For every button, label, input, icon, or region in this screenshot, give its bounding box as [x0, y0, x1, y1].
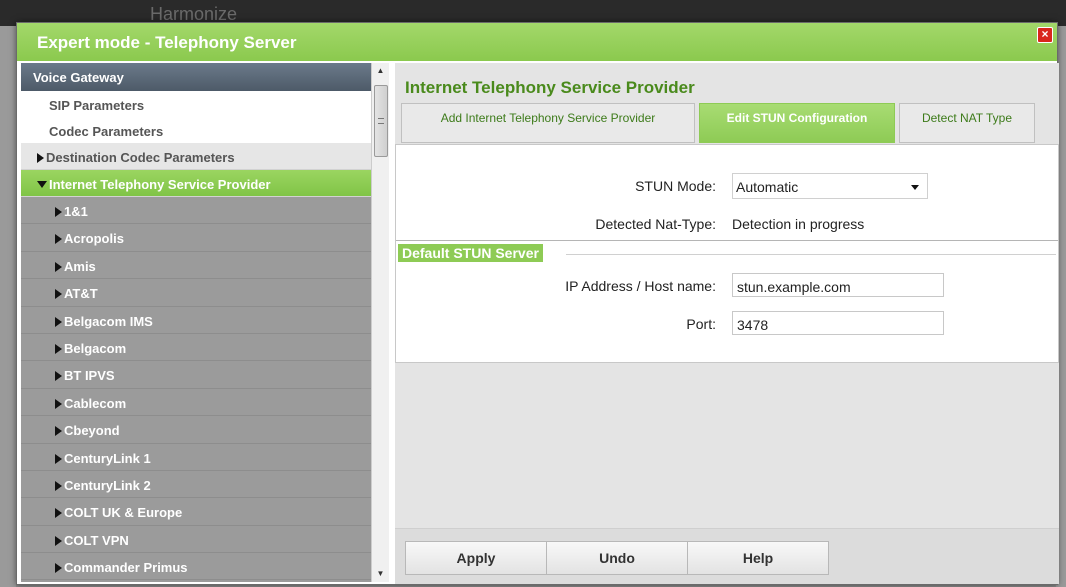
group-title-default-stun-server: Default STUN Server: [398, 244, 543, 262]
provider-label: Commander Primus: [64, 560, 188, 576]
close-icon[interactable]: ×: [1037, 27, 1053, 43]
dialog-header: Expert mode - Telephony Server ×: [17, 23, 1057, 61]
nav-item-internet-telephony-service-provider[interactable]: Internet Telephony Service Provider: [21, 170, 371, 197]
nav-item-sip-parameters[interactable]: SIP Parameters: [21, 91, 371, 117]
ip-address-label: IP Address / Host name:: [565, 278, 716, 294]
expand-arrow-icon: [55, 426, 62, 437]
expand-arrow-icon: [55, 535, 62, 546]
provider-label: Acropolis: [64, 231, 124, 247]
expand-arrow-icon: [55, 207, 62, 217]
backdrop-left-edge: [0, 26, 16, 587]
provider-label: COLT UK & Europe: [64, 505, 183, 521]
nav-item-label: Destination Codec Parameters: [46, 150, 235, 165]
expand-arrow-icon: [55, 398, 62, 409]
divider: [396, 240, 1058, 241]
port-label: Port:: [686, 316, 716, 332]
nav-scrollbar[interactable]: ▲ ▼: [371, 63, 389, 582]
provider-label: CenturyLink 2: [64, 477, 151, 493]
help-button[interactable]: Help: [687, 541, 829, 575]
provider-item[interactable]: Cablecom: [21, 388, 371, 417]
tab-edit-stun-configuration[interactable]: Edit STUN Configuration: [699, 103, 895, 143]
stun-config-panel: STUN Mode: Automatic Detected Nat-Type: …: [395, 144, 1059, 363]
provider-label: Belgacom IMS: [64, 313, 153, 329]
expand-arrow-icon: [55, 371, 62, 382]
scroll-down-arrow-icon[interactable]: ▼: [372, 566, 389, 582]
ip-address-row: IP Address / Host name:: [396, 273, 1060, 299]
port-input[interactable]: [732, 311, 944, 335]
provider-list: 1&1 Acropolis Amis AT&T Belgacom IMS Belgacom…: [21, 197, 371, 581]
stun-mode-value: Automatic: [736, 179, 799, 195]
provider-label: CenturyLink 1: [64, 450, 151, 466]
ip-address-input[interactable]: [732, 273, 944, 297]
scroll-up-arrow-icon[interactable]: ▲: [372, 63, 389, 79]
detected-nat-row: Detected Nat-Type: Detection in progress: [396, 211, 1060, 237]
provider-item[interactable]: Commander Primus: [21, 553, 371, 581]
expand-arrow-icon: [55, 480, 62, 491]
expand-arrow-icon: [55, 508, 62, 519]
undo-button[interactable]: Undo: [546, 541, 688, 575]
provider-item[interactable]: Acropolis: [21, 224, 371, 252]
expand-arrow-icon: [55, 234, 62, 245]
tab-detect-nat-type[interactable]: Detect NAT Type: [899, 103, 1035, 143]
expand-arrow-icon: [55, 316, 62, 327]
page-title: Internet Telephony Service Provider: [405, 78, 695, 97]
grip-icon: [378, 118, 384, 124]
nav-item-codec-parameters[interactable]: Codec Parameters: [21, 117, 371, 143]
provider-item[interactable]: Belgacom IMS: [21, 306, 371, 334]
expand-arrow-icon: [55, 453, 62, 464]
provider-item[interactable]: Cbeyond: [21, 416, 371, 444]
detected-nat-value: Detection in progress: [732, 216, 865, 232]
expand-arrow-icon: [37, 153, 44, 163]
provider-label: Cablecom: [64, 395, 127, 411]
main-content: Internet Telephony Service Provider Add …: [395, 63, 1059, 584]
button-bar: Apply Undo Help: [395, 528, 1059, 584]
provider-item[interactable]: CenturyLink 1: [21, 443, 371, 471]
detected-nat-label: Detected Nat-Type:: [595, 216, 716, 232]
collapse-arrow-icon: [37, 181, 47, 188]
provider-label: Cbeyond: [64, 423, 120, 439]
provider-label: 1&1: [64, 204, 88, 219]
expand-arrow-icon: [55, 343, 62, 354]
stun-mode-row: STUN Mode: Automatic: [396, 173, 1060, 199]
navigation-tree: Voice Gateway SIP Parameters Codec Param…: [21, 63, 371, 582]
scroll-thumb[interactable]: [374, 85, 388, 157]
provider-label: BT IPVS: [64, 368, 115, 384]
provider-item[interactable]: 1&1: [21, 197, 371, 225]
divider: [566, 254, 1056, 255]
provider-label: AT&T: [64, 286, 98, 302]
provider-item[interactable]: Amis: [21, 251, 371, 280]
port-row: Port:: [396, 311, 1060, 337]
stun-mode-label: STUN Mode:: [635, 178, 716, 194]
provider-item[interactable]: AT&T: [21, 279, 371, 307]
provider-item[interactable]: CenturyLink 2: [21, 470, 371, 499]
provider-label: COLT VPN: [64, 532, 129, 548]
provider-label: Belgacom: [64, 340, 127, 356]
provider-label: Amis: [64, 258, 96, 274]
provider-item[interactable]: COLT VPN: [21, 525, 371, 554]
dialog-title: Expert mode - Telephony Server: [37, 33, 297, 52]
nav-item-label: Internet Telephony Service Provider: [49, 177, 271, 192]
chevron-down-icon: [911, 185, 919, 190]
provider-item[interactable]: BT IPVS: [21, 361, 371, 389]
expand-arrow-icon: [55, 261, 62, 272]
tab-add-provider[interactable]: Add Internet Telephony Service Provider: [401, 103, 695, 143]
expand-arrow-icon: [55, 289, 62, 300]
expand-arrow-icon: [55, 563, 62, 574]
expert-mode-dialog: Expert mode - Telephony Server × Voice G…: [16, 22, 1059, 585]
stun-mode-select[interactable]: Automatic: [732, 173, 928, 199]
provider-item[interactable]: COLT UK & Europe: [21, 498, 371, 526]
nav-item-destination-codec-parameters[interactable]: Destination Codec Parameters: [21, 143, 371, 170]
provider-item[interactable]: Belgacom: [21, 333, 371, 362]
nav-section-voice-gateway[interactable]: Voice Gateway: [21, 63, 371, 91]
apply-button[interactable]: Apply: [405, 541, 547, 575]
